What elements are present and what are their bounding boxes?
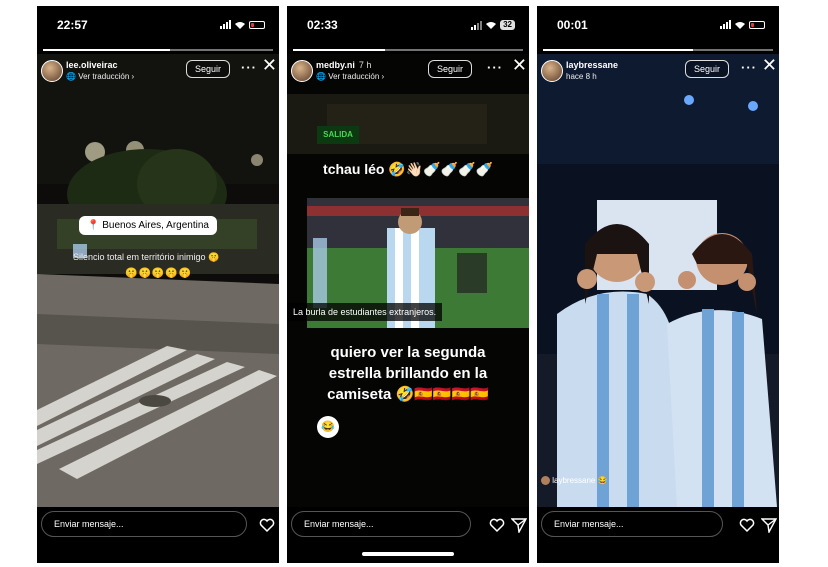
follow-button[interactable]: Seguir: [186, 60, 231, 78]
story-footer: Enviar mensaje...: [287, 507, 529, 563]
send-message-input[interactable]: Enviar mensaje...: [291, 511, 471, 537]
story-footer: Enviar mensaje...: [37, 507, 279, 563]
exit-sign: SALIDA: [317, 126, 359, 144]
follow-button[interactable]: Seguir: [428, 60, 473, 78]
signal-icon: [220, 20, 231, 29]
story-progress-bar: [293, 49, 523, 51]
avatar[interactable]: [541, 60, 563, 82]
post-age: 7 h: [358, 60, 372, 70]
post-age: hace 8 h: [566, 72, 597, 81]
close-icon[interactable]: ✕: [262, 56, 277, 74]
avatar[interactable]: [41, 60, 63, 82]
translate-link[interactable]: 🌐 Ver traducción ›: [66, 72, 134, 81]
location-label: Buenos Aires, Argentina: [102, 220, 209, 231]
location-sticker[interactable]: 📍 Buenos Aires, Argentina: [79, 216, 217, 235]
username[interactable]: laybressane: [566, 60, 618, 70]
status-bar: 00:01: [537, 6, 779, 46]
reaction-bubble: 😂: [317, 416, 339, 438]
news-caption: La burla de estudiantes extranjeros.: [287, 303, 443, 321]
battery-level: 32: [500, 20, 515, 30]
story-header: medby.ni 7 h 🌐 Ver traducción › Seguir ··…: [287, 54, 529, 90]
story-panel-1: 22:57 lee.oliveirac 🌐 Ver traducción › S…: [37, 6, 279, 563]
status-bar: 02:33 32: [287, 6, 529, 46]
send-message-input[interactable]: Enviar mensaje...: [41, 511, 247, 537]
story-image-two-women: [537, 54, 779, 507]
battery-icon: [749, 20, 765, 29]
story-header: lee.oliveirac 🌐 Ver traducción › Seguir …: [37, 54, 279, 90]
emoji-row: 🤫🤫🤫🤫🤫: [125, 268, 193, 279]
avatar[interactable]: [291, 60, 313, 82]
status-time: 02:33: [307, 18, 338, 32]
story-panel-2: 02:33 32 medby.ni 7 h 🌐 Ver traducción › …: [287, 6, 529, 563]
translate-link[interactable]: 🌐 Ver traducción ›: [316, 72, 384, 81]
status-time: 22:57: [57, 18, 88, 32]
send-icon[interactable]: [761, 517, 777, 533]
story-panel-3: 00:01 laybressane hace 8 h Seguir ··· ✕ …: [537, 6, 779, 563]
avatar-small-icon: [541, 476, 550, 486]
close-icon[interactable]: ✕: [762, 56, 777, 74]
username[interactable]: lee.oliveirac: [66, 60, 118, 70]
story-header: laybressane hace 8 h Seguir ··· ✕: [537, 54, 779, 90]
wifi-icon: [235, 21, 245, 29]
username[interactable]: medby.ni 7 h: [316, 60, 371, 70]
more-options-icon[interactable]: ···: [241, 60, 257, 75]
signal-icon: [471, 20, 483, 30]
story-text-top: tchau léo 🤣👋🏻🍼🍼🍼🍼: [323, 161, 493, 177]
location-pin-icon: 📍: [87, 220, 100, 231]
status-bar: 22:57: [37, 6, 279, 46]
story-text-main: quiero ver la segunda estrella brillando…: [327, 344, 489, 403]
wifi-icon: [486, 22, 497, 29]
story-footer: Enviar mensaje...: [537, 507, 779, 563]
heart-icon[interactable]: [739, 517, 755, 533]
battery-icon: [249, 20, 265, 29]
home-indicator: [362, 552, 454, 556]
story-progress-bar: [543, 49, 773, 51]
more-options-icon[interactable]: ···: [487, 60, 503, 75]
send-message-input[interactable]: Enviar mensaje...: [541, 511, 723, 537]
signal-icon: [720, 20, 731, 29]
status-time: 00:01: [557, 18, 588, 32]
heart-icon[interactable]: [259, 517, 275, 533]
story-progress-bar: [43, 49, 273, 51]
wifi-icon: [735, 21, 745, 29]
overlay-text: Silencio total em território inimigo 🤫: [73, 252, 220, 262]
follow-button[interactable]: Seguir: [685, 60, 730, 78]
send-icon[interactable]: [511, 517, 527, 533]
heart-icon[interactable]: [489, 517, 505, 533]
story-image-street-night: [37, 54, 279, 507]
more-options-icon[interactable]: ···: [741, 60, 757, 75]
mention-tag[interactable]: laybressane 😂: [541, 476, 608, 486]
close-icon[interactable]: ✕: [512, 56, 527, 74]
